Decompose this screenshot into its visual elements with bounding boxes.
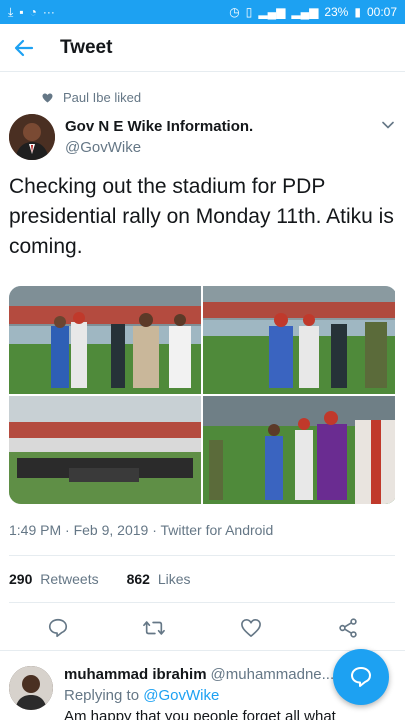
- heart-small-icon: [42, 92, 53, 103]
- like-button[interactable]: [237, 614, 265, 642]
- signal-2-icon: ▂▄▆: [291, 5, 319, 19]
- photo-1[interactable]: [9, 286, 201, 394]
- social-context[interactable]: Paul Ibe liked: [42, 90, 141, 105]
- status-bar: ⤓ ▪ ◔ ··· ◷ ▯ ▂▄▆ ▂▄▆ 23% ▮ 00:07: [0, 0, 405, 24]
- photo-2[interactable]: [203, 286, 395, 394]
- tweet-stats: 290 Retweets 862 Likes: [9, 571, 191, 587]
- author-handle: @GovWike: [65, 139, 142, 156]
- notification-icon: ▪: [19, 5, 24, 19]
- reply-text: Am happy that you people forget all what: [64, 708, 336, 720]
- page-title: Tweet: [60, 36, 113, 58]
- alarm-icon: ◷: [229, 5, 240, 19]
- reply-button[interactable]: [44, 614, 72, 642]
- replying-to-label: Replying to: [64, 687, 140, 704]
- vibrate-icon: ▯: [245, 5, 253, 19]
- back-button[interactable]: [0, 24, 48, 72]
- divider: [0, 650, 405, 651]
- retweets-stat[interactable]: 290 Retweets: [9, 571, 99, 587]
- tweet-author[interactable]: Gov N E Wike Information. @GovWike: [9, 114, 397, 162]
- reply-author-name: muhammad ibrahim: [64, 666, 207, 683]
- tweet-actions: [0, 614, 405, 642]
- reply-author-handle: @muhammadne...: [210, 666, 335, 683]
- reply-author[interactable]: muhammad ibrahim @muhammadne...: [64, 666, 334, 683]
- tweet-menu-button[interactable]: [381, 118, 395, 137]
- compose-reply-icon: [351, 667, 371, 687]
- likes-stat[interactable]: 862 Likes: [127, 571, 191, 587]
- avatar[interactable]: [9, 114, 55, 160]
- clock: 00:07: [366, 5, 397, 19]
- status-right: ◷ ▯ ▂▄▆ ▂▄▆ 23% ▮ 00:07: [229, 5, 397, 19]
- tweet-text: Checking out the stadium for PDP preside…: [9, 175, 394, 258]
- avatar[interactable]: [9, 666, 53, 710]
- divider: [9, 555, 395, 556]
- arrow-left-icon: [14, 39, 34, 56]
- chevron-down-icon: [382, 121, 394, 129]
- retweet-icon: [143, 621, 165, 635]
- retweets-label: Retweets: [40, 571, 99, 587]
- replying-to-mention[interactable]: @GovWike: [143, 687, 219, 704]
- tweet-timestamp[interactable]: 1:49 PM · Feb 9, 2019 · Twitter for Andr…: [9, 522, 273, 538]
- compose-reply-button[interactable]: [333, 649, 389, 705]
- photo-3[interactable]: [9, 396, 201, 504]
- likes-count: 862: [126, 571, 150, 587]
- replying-to: Replying to @GovWike: [64, 687, 219, 704]
- photo-4[interactable]: [203, 396, 395, 504]
- retweets-count: 290: [9, 571, 33, 587]
- app-bar: Tweet: [0, 24, 405, 72]
- signal-icon: ▂▄▆: [258, 5, 286, 19]
- author-name[interactable]: Gov N E Wike Information.: [65, 118, 253, 135]
- status-left: ⤓ ▪ ◔ ···: [8, 6, 55, 18]
- battery-icon: ▮: [354, 5, 361, 19]
- retweet-button[interactable]: [140, 614, 168, 642]
- share-icon: [339, 618, 357, 638]
- whatsapp-icon: ◔: [29, 5, 37, 19]
- avatar-image: [9, 114, 55, 160]
- comment-icon: [48, 618, 68, 638]
- more-notifications-icon: ···: [42, 5, 55, 19]
- divider: [9, 602, 395, 603]
- share-button[interactable]: [334, 614, 362, 642]
- likes-label: Likes: [157, 571, 191, 587]
- reply-avatar-image: [9, 666, 53, 710]
- tweet-photos: [9, 286, 397, 504]
- social-context-label: Paul Ibe liked: [63, 90, 142, 105]
- download-icon: ⤓: [8, 5, 14, 19]
- heart-icon: [241, 619, 261, 637]
- battery-percent: 23%: [324, 5, 349, 19]
